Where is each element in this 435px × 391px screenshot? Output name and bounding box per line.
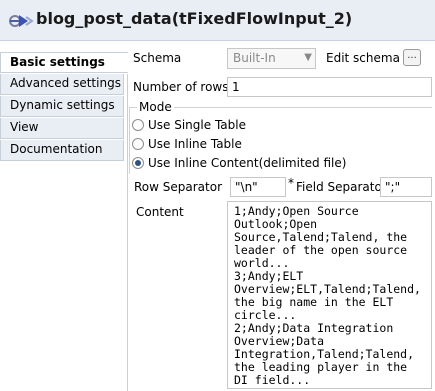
content-textarea[interactable]: 1;Andy;Open Source Outlook;Open Source,T… <box>227 201 432 389</box>
schema-select[interactable]: Built-In ▼ <box>227 48 316 69</box>
required-asterisk: * <box>288 176 294 190</box>
radio-inline-content-label: Use Inline Content(delimited file) <box>148 156 347 170</box>
row-separator-input[interactable]: "\n" <box>230 177 286 197</box>
rows-label: Number of rows <box>133 80 229 94</box>
radio-inline-table[interactable] <box>132 138 144 150</box>
schema-select-value: Built-In <box>233 51 276 65</box>
schema-label: Schema <box>133 51 182 65</box>
sidebar-divider <box>127 74 128 391</box>
edit-schema-label: Edit schema <box>326 51 400 65</box>
tab-advanced-settings[interactable]: Advanced settings <box>0 74 124 95</box>
mode-group-title: Mode <box>137 100 174 114</box>
edit-schema-button[interactable]: ... <box>403 49 421 66</box>
content-label: Content <box>136 205 184 219</box>
radio-single-table[interactable] <box>132 119 144 131</box>
title-bar: blog_post_data(tFixedFlowInput_2) <box>0 0 435 41</box>
chevron-down-icon: ▼ <box>304 52 312 63</box>
rows-input[interactable]: 1 <box>227 77 432 97</box>
row-separator-label: Row Separator <box>134 180 223 194</box>
tab-view[interactable]: View <box>0 118 124 139</box>
tab-dynamic-settings[interactable]: Dynamic settings <box>0 96 124 117</box>
window-title: blog_post_data(tFixedFlowInput_2) <box>36 9 353 28</box>
tab-basic-settings[interactable]: Basic settings <box>0 52 128 73</box>
settings-sidebar: Basic settings Advanced settings Dynamic… <box>0 52 128 391</box>
field-separator-label: Field Separator <box>296 180 387 194</box>
radio-inline-table-label: Use Inline Table <box>148 137 242 151</box>
component-icon <box>6 8 34 34</box>
tab-documentation[interactable]: Documentation <box>0 140 124 161</box>
radio-single-table-label: Use Single Table <box>148 118 246 132</box>
radio-inline-content[interactable] <box>132 157 144 169</box>
field-separator-input[interactable]: ";" <box>380 177 432 197</box>
